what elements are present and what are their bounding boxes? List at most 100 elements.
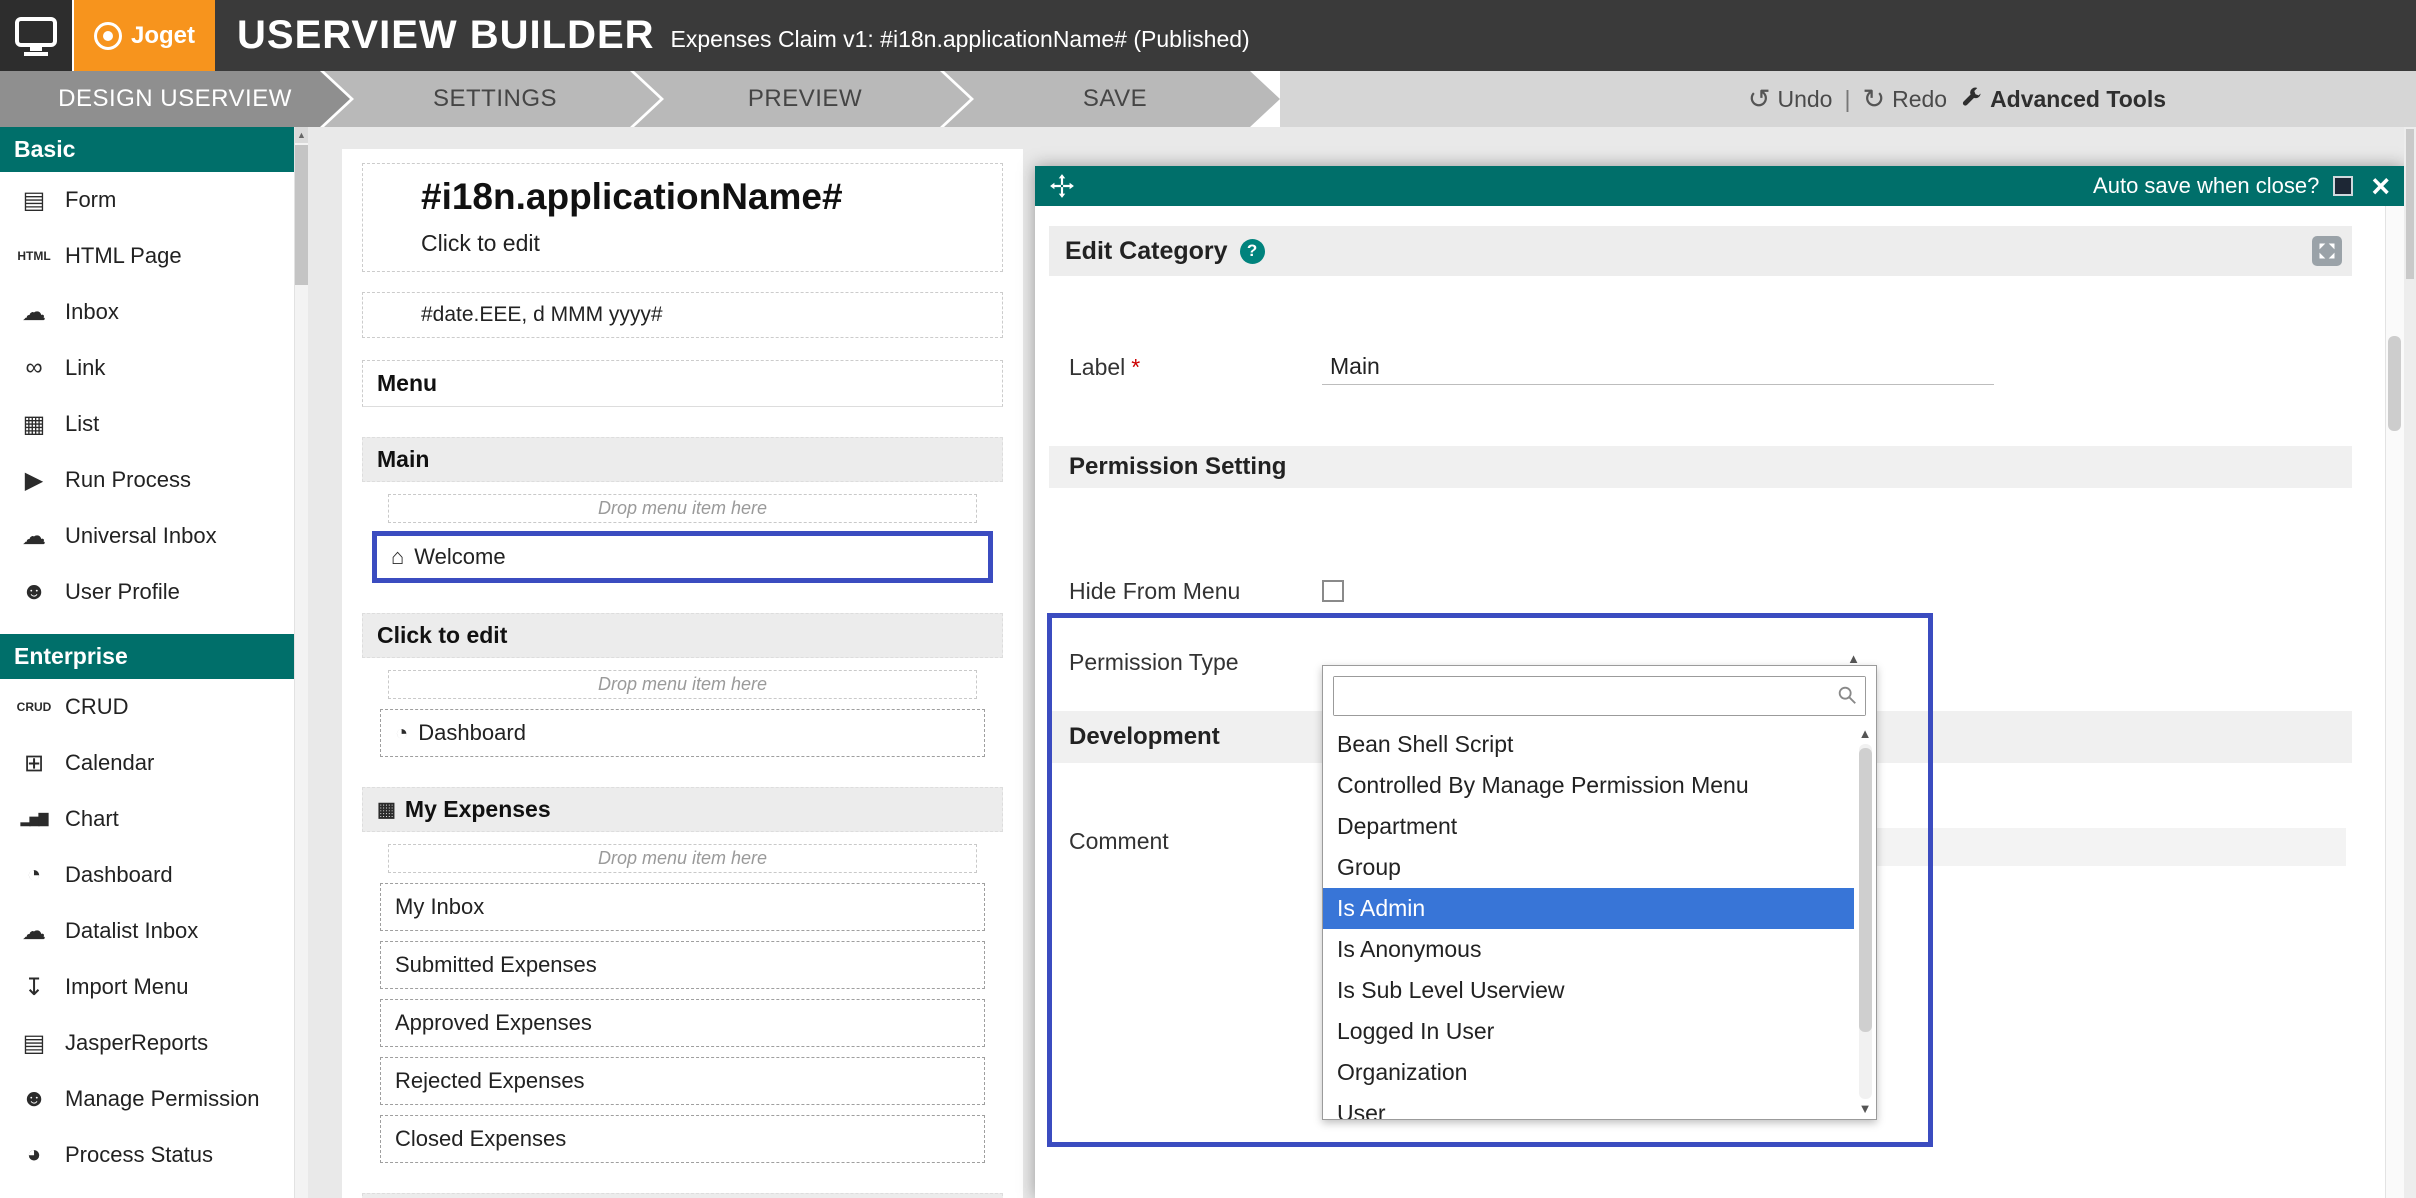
tab-save[interactable]: SAVE — [944, 71, 1280, 127]
dropdown-option-selected[interactable]: Is Admin — [1323, 888, 1854, 929]
scroll-up-icon[interactable]: ▲ — [1859, 726, 1872, 742]
dropdown-scrollbar[interactable]: ▲ ▼ — [1854, 724, 1876, 1119]
sidebar-item-datalist-inbox[interactable]: ☁Datalist Inbox — [0, 903, 308, 959]
category-header-approver-list[interactable]: ▦Approver List — [362, 1193, 1003, 1198]
import-icon: ↧ — [16, 973, 52, 1002]
play-icon: ▶ — [16, 466, 52, 495]
menu-item-dashboard[interactable]: ◔Dashboard — [380, 709, 985, 757]
menu-item-submitted-expenses[interactable]: Submitted Expenses — [380, 941, 985, 989]
advanced-tools-button[interactable]: Advanced Tools — [1959, 86, 2166, 113]
app-version-subtitle: Expenses Claim v1: #i18n.applicationName… — [671, 26, 1250, 53]
dialog-scroll-thumb[interactable] — [2388, 336, 2401, 431]
redo-button[interactable]: ↻Redo — [1862, 84, 1947, 115]
joget-logo[interactable]: Joget — [74, 0, 215, 71]
dropdown-option[interactable]: Logged In User — [1323, 1011, 1854, 1052]
tab-settings[interactable]: SETTINGS — [324, 71, 660, 127]
required-mark: * — [1131, 354, 1140, 380]
dropdown-search-input[interactable] — [1334, 677, 1865, 715]
sidebar-item-link[interactable]: ∞Link — [0, 340, 308, 396]
category-title: My Expenses — [405, 796, 551, 823]
sidebar-item-html-page[interactable]: HTMLHTML Page — [0, 228, 308, 284]
joget-icon — [94, 22, 122, 50]
scroll-up-icon[interactable]: ▲ — [295, 127, 308, 143]
hide-from-menu-checkbox[interactable] — [1322, 580, 1344, 602]
sidebar-item-user-profile[interactable]: ☻User Profile — [0, 564, 308, 620]
sidebar-item-dashboard[interactable]: ◔Dashboard — [0, 847, 308, 903]
edit-category-dialog: Auto save when close? × Edit Category ? … — [1035, 166, 2404, 1198]
move-icon[interactable] — [1049, 173, 1075, 199]
sidebar-item-process-status[interactable]: ◕Process Status — [0, 1127, 308, 1183]
dropdown-option[interactable]: Organization — [1323, 1052, 1854, 1093]
menu-item-label: Rejected Expenses — [395, 1068, 585, 1094]
dropdown-scroll-thumb[interactable] — [1859, 748, 1872, 1032]
sidebar-item-label: Import Menu — [65, 974, 189, 1000]
menu-item-rejected-expenses[interactable]: Rejected Expenses — [380, 1057, 985, 1105]
html-icon: HTML — [16, 249, 52, 263]
expand-icon[interactable] — [2312, 236, 2342, 266]
dropdown-option[interactable]: Department — [1323, 806, 1854, 847]
category-header-untitled[interactable]: Click to edit — [362, 613, 1003, 658]
table-icon: ▦ — [377, 797, 396, 822]
category-title: Click to edit — [377, 622, 507, 649]
sidebar-item-chart[interactable]: ▂▅▇Chart — [0, 791, 308, 847]
date-placeholder: #date.EEE, d MMM yyyy# — [421, 303, 663, 326]
app-logo[interactable] — [0, 0, 74, 71]
builder-tabbar: DESIGN USERVIEW SETTINGS PREVIEW SAVE ↺U… — [0, 71, 2416, 127]
undo-button[interactable]: ↺Undo — [1748, 84, 1833, 115]
menu-item-my-inbox[interactable]: My Inbox — [380, 883, 985, 931]
sidebar-scrollbar[interactable]: ▲ — [294, 127, 308, 1198]
autosave-checkbox[interactable] — [2333, 176, 2353, 196]
dialog-scrollbar[interactable] — [2385, 206, 2404, 1198]
sidebar-item-list[interactable]: ▦List — [0, 396, 308, 452]
label-text: Label — [1069, 354, 1125, 380]
sidebar-item-label: List — [65, 411, 99, 437]
dropdown-option[interactable]: Bean Shell Script — [1323, 724, 1854, 765]
date-region[interactable]: #date.EEE, d MMM yyyy# — [362, 292, 1003, 338]
sidebar-scroll-thumb[interactable] — [295, 145, 308, 285]
menu-item-closed-expenses[interactable]: Closed Expenses — [380, 1115, 985, 1163]
dropdown-scroll-track[interactable] — [1859, 744, 1872, 1099]
dropdown-option[interactable]: User — [1323, 1093, 1854, 1119]
sidebar-item-import-menu[interactable]: ↧ Import Menu — [0, 959, 308, 1015]
dropdown-option[interactable]: Controlled By Manage Permission Menu — [1323, 765, 1854, 806]
sidebar-item-label: Run Process — [65, 467, 191, 493]
menu-item-welcome[interactable]: ⌂Welcome — [372, 531, 993, 583]
autosave-label: Auto save when close? — [2093, 173, 2319, 199]
hide-from-menu-label: Hide From Menu — [1069, 578, 1322, 605]
dropdown-option[interactable]: Is Sub Level Userview — [1323, 970, 1854, 1011]
dropdown-options: Bean Shell Script Controlled By Manage P… — [1323, 724, 1854, 1119]
scroll-down-icon[interactable]: ▼ — [1859, 1101, 1872, 1117]
palette-sidebar: Basic ▤Form HTMLHTML Page ☁Inbox ∞Link ▦… — [0, 127, 308, 1198]
sidebar-section-basic: Basic — [0, 127, 295, 172]
form-icon: ▤ — [16, 186, 52, 215]
sidebar-item-calendar[interactable]: ⊞Calendar — [0, 735, 308, 791]
sidebar-item-run-process[interactable]: ▶ Run Process — [0, 452, 308, 508]
wrench-icon — [1959, 87, 1983, 111]
tab-preview[interactable]: PREVIEW — [634, 71, 970, 127]
label-input[interactable] — [1322, 349, 1994, 385]
sidebar-item-form[interactable]: ▤Form — [0, 172, 308, 228]
sidebar-item-label: Chart — [65, 806, 119, 832]
tabs-strip: DESIGN USERVIEW SETTINGS PREVIEW SAVE — [0, 71, 1280, 127]
close-icon[interactable]: × — [2371, 170, 2390, 202]
menu-item-label: Approved Expenses — [395, 1010, 592, 1036]
category-header-my-expenses[interactable]: ▦ My Expenses — [362, 787, 1003, 832]
page-scrollbar[interactable] — [2404, 127, 2416, 1198]
sidebar-item-jasperreports[interactable]: ▤JasperReports — [0, 1015, 308, 1071]
sidebar-item-crud[interactable]: CRUDCRUD — [0, 679, 308, 735]
category-approver-list: ▦Approver List Drop menu item here — [362, 1193, 1003, 1198]
dropdown-option[interactable]: Is Anonymous — [1323, 929, 1854, 970]
sidebar-item-inbox[interactable]: ☁Inbox — [0, 284, 308, 340]
drop-zone: Drop menu item here — [388, 494, 977, 523]
sidebar-item-universal-inbox[interactable]: ☁Universal Inbox — [0, 508, 308, 564]
userview-header-region[interactable]: #i18n.applicationName# Click to edit — [362, 163, 1003, 272]
toolbar-separator: | — [1844, 86, 1850, 113]
help-icon[interactable]: ? — [1240, 239, 1265, 264]
dropdown-option[interactable]: Group — [1323, 847, 1854, 888]
menu-item-approved-expenses[interactable]: Approved Expenses — [380, 999, 985, 1047]
category-header-main[interactable]: Main — [362, 437, 1003, 482]
sidebar-item-manage-permission[interactable]: ☻Manage Permission — [0, 1071, 308, 1127]
tab-design-userview[interactable]: DESIGN USERVIEW — [0, 71, 350, 127]
dialog-titlebar[interactable]: Auto save when close? × — [1035, 166, 2404, 206]
page-scroll-thumb[interactable] — [2406, 129, 2414, 279]
